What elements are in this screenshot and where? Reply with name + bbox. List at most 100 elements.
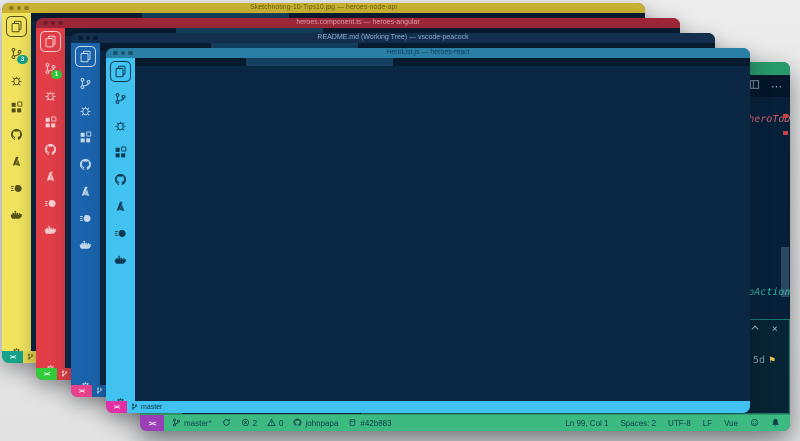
status-right: Ln 99, Col 1 Spaces: 2 UTF-8 LF Vue xyxy=(557,415,790,431)
github-icon xyxy=(293,418,302,429)
debug-icon[interactable] xyxy=(113,118,128,133)
source-control-icon[interactable] xyxy=(78,76,93,91)
window-title: README.md (Working Tree) — vscode-peacoc… xyxy=(71,33,715,43)
status-item-notifications[interactable] xyxy=(771,418,780,429)
status-item-label: Vue xyxy=(724,419,738,428)
editor-area xyxy=(135,58,750,413)
status-item-warnings[interactable]: 0 xyxy=(267,418,283,429)
zoom-window-button[interactable] xyxy=(24,6,29,11)
remote-indicator[interactable]: >< xyxy=(106,401,127,413)
status-item-eol[interactable]: LF xyxy=(703,419,712,428)
status-item-label: Spaces: 2 xyxy=(620,419,656,428)
desktop: Sketchnoting-10-Tips10.jpg — heroes-node… xyxy=(0,0,800,441)
minimize-window-button[interactable] xyxy=(86,36,91,41)
zoom-window-button[interactable] xyxy=(93,36,98,41)
docker-icon[interactable] xyxy=(78,238,93,253)
extensions-icon[interactable] xyxy=(9,100,24,115)
traffic-lights[interactable] xyxy=(78,36,98,41)
toggle-layout-icon[interactable] xyxy=(749,79,760,93)
zoom-window-button[interactable] xyxy=(128,51,133,56)
window-heroes-react[interactable]: HeroList.js — heroes-react⚙><master xyxy=(106,48,750,413)
zoom-window-button[interactable] xyxy=(58,21,63,26)
docker-icon[interactable] xyxy=(113,253,128,268)
fist-icon[interactable] xyxy=(43,196,58,211)
traffic-lights[interactable] xyxy=(113,51,133,56)
traffic-lights[interactable] xyxy=(9,6,29,11)
status-item-sync[interactable] xyxy=(222,418,231,429)
github-icon[interactable] xyxy=(43,142,58,157)
fist-icon[interactable] xyxy=(113,226,128,241)
github-icon[interactable] xyxy=(78,157,93,172)
remote-indicator[interactable]: >< xyxy=(71,385,92,397)
title-bar[interactable]: README.md (Working Tree) — vscode-peacoc… xyxy=(71,33,715,43)
title-bar[interactable]: HeroList.js — heroes-react xyxy=(106,48,750,58)
source-control-icon[interactable] xyxy=(113,91,128,106)
extensions-icon[interactable] xyxy=(113,145,128,160)
minimize-window-button[interactable] xyxy=(121,51,126,56)
extensions-icon[interactable] xyxy=(43,115,58,130)
smiley-icon xyxy=(750,418,759,429)
title-bar[interactable]: Sketchnoting-10-Tips10.jpg — heroes-node… xyxy=(2,3,645,13)
github-icon[interactable] xyxy=(113,172,128,187)
more-actions-icon[interactable]: ⋯ xyxy=(771,80,782,93)
close-window-button[interactable] xyxy=(43,21,48,26)
scm-badge: 1 xyxy=(51,70,62,79)
activity-bar: 3⚙ xyxy=(2,13,31,363)
files-icon[interactable] xyxy=(9,19,24,34)
docker-icon[interactable] xyxy=(43,223,58,238)
minimize-window-button[interactable] xyxy=(17,6,22,11)
status-item-language-mode[interactable]: Vue xyxy=(724,419,738,428)
bucket-icon xyxy=(348,418,357,429)
azure-icon[interactable] xyxy=(9,154,24,169)
close-window-button[interactable] xyxy=(78,36,83,41)
activity-bar: ⚙ xyxy=(106,58,135,413)
traffic-lights[interactable] xyxy=(43,21,63,26)
status-item-github-account[interactable]: johnpapa xyxy=(293,418,338,429)
fist-icon[interactable] xyxy=(9,181,24,196)
editor-tab[interactable] xyxy=(246,58,394,66)
close-panel-icon[interactable]: × xyxy=(772,324,778,335)
files-icon[interactable] xyxy=(113,64,128,79)
sync-icon xyxy=(222,418,231,429)
remote-indicator[interactable]: >< xyxy=(140,415,164,431)
azure-icon[interactable] xyxy=(113,199,128,214)
status-item-cursor-position[interactable]: Ln 99, Col 1 xyxy=(565,419,608,428)
azure-icon[interactable] xyxy=(78,184,93,199)
vertical-scrollbar[interactable] xyxy=(781,247,789,297)
status-left: master xyxy=(127,401,750,413)
title-bar[interactable]: heroes.component.ts — heroes-angular xyxy=(36,18,680,28)
maximize-panel-icon[interactable] xyxy=(750,323,760,336)
remote-indicator[interactable]: >< xyxy=(36,368,57,380)
debug-icon[interactable] xyxy=(78,103,93,118)
remote-indicator[interactable]: >< xyxy=(2,351,23,363)
azure-icon[interactable] xyxy=(43,169,58,184)
bell-icon xyxy=(771,418,780,429)
fist-icon[interactable] xyxy=(78,211,93,226)
close-window-button[interactable] xyxy=(9,6,14,11)
branch-icon xyxy=(96,387,103,396)
source-control-icon[interactable]: 3 xyxy=(9,46,24,61)
status-item-peacock-color[interactable]: #42b883 xyxy=(348,418,391,429)
status-item-indentation[interactable]: Spaces: 2 xyxy=(620,419,656,428)
docker-icon[interactable] xyxy=(9,208,24,223)
close-window-button[interactable] xyxy=(113,51,118,56)
source-control-icon[interactable]: 1 xyxy=(43,61,58,76)
files-icon[interactable] xyxy=(43,34,58,49)
debug-icon[interactable] xyxy=(9,73,24,88)
branch-icon xyxy=(131,403,138,412)
status-item-errors[interactable]: 2 xyxy=(241,418,257,429)
window-title: heroes.component.ts — heroes-angular xyxy=(36,18,680,28)
status-item-feedback[interactable] xyxy=(750,418,759,429)
files-icon[interactable] xyxy=(78,49,93,64)
status-bar: ><master xyxy=(106,401,750,413)
error-overview-mark xyxy=(783,131,788,135)
debug-icon[interactable] xyxy=(43,88,58,103)
status-item-encoding[interactable]: UTF-8 xyxy=(668,419,691,428)
status-item-label: UTF-8 xyxy=(668,419,691,428)
editor-tab-bar xyxy=(135,58,750,66)
status-item-git-branch[interactable]: master* xyxy=(172,418,212,429)
minimize-window-button[interactable] xyxy=(51,21,56,26)
extensions-icon[interactable] xyxy=(78,130,93,145)
github-icon[interactable] xyxy=(9,127,24,142)
warning-icon xyxy=(267,418,276,429)
